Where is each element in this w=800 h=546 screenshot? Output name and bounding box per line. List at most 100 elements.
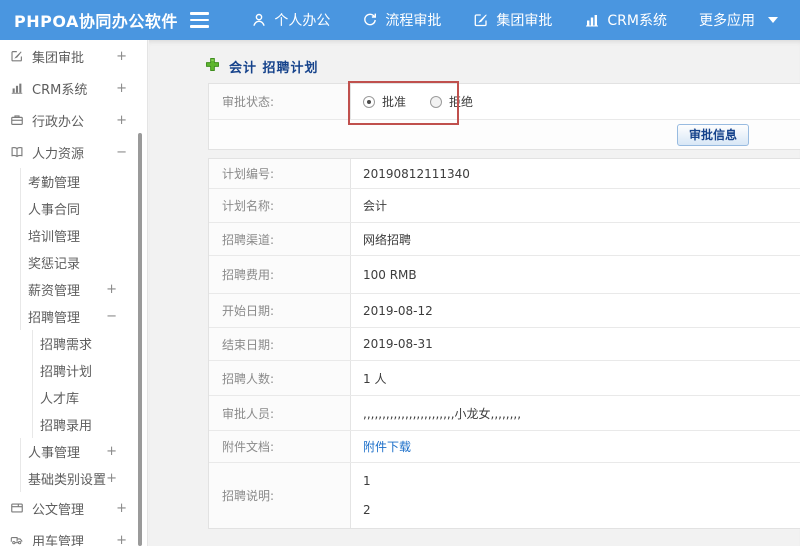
sidebar-item-recruit-demand[interactable]: 招聘需求 [32, 330, 147, 357]
row-label: 招聘渠道: [209, 223, 351, 255]
row-plan-no: 计划编号: 20190812111340 [209, 159, 800, 189]
row-value: 2019-08-31 [363, 337, 433, 351]
expand-icon[interactable]: + [116, 113, 127, 128]
cycle-icon [362, 12, 378, 28]
nav-label: 个人办公 [274, 13, 331, 29]
sidebar-item-admin-office[interactable]: 行政办公 + [0, 104, 147, 136]
caret-down-icon [768, 17, 778, 23]
sidebar-item-label: 人事管理 [28, 446, 81, 461]
book-icon [9, 145, 25, 159]
sidebar-item-crm[interactable]: CRM系统 + [0, 72, 147, 104]
plus-icon [205, 57, 220, 76]
sidebar-item-label: 行政办公 [32, 114, 85, 130]
sidebar-item-label: 人才库 [40, 392, 80, 407]
nav-group-approval[interactable]: 集团审批 [463, 0, 562, 40]
row-end-date: 结束日期: 2019-08-31 [209, 328, 800, 361]
attachment-download-link[interactable]: 附件下载 [363, 438, 411, 455]
edit-square-icon [9, 49, 25, 63]
sidebar-item-label: 培训管理 [28, 230, 81, 245]
sidebar-item-label: 考勤管理 [28, 176, 81, 191]
row-approvers: 审批人员: ,,,,,,,,,,,,,,,,,,,,,,,,小龙女,,,,,,,… [209, 396, 800, 431]
radio-reject[interactable]: 拒绝 [430, 93, 473, 110]
expand-icon[interactable]: + [116, 533, 127, 546]
approval-status-table: 审批状态: 批准 拒绝 审批信息 [208, 83, 800, 150]
expand-icon[interactable]: + [106, 282, 117, 297]
row-value: 会计 [363, 199, 388, 213]
sidebar-item-personnel-mgmt[interactable]: 人事管理 + [20, 438, 147, 465]
row-description: 招聘说明: 1 2 [209, 463, 800, 528]
expand-icon[interactable]: + [116, 501, 127, 516]
expand-icon[interactable]: + [116, 81, 127, 96]
nav-personal-office[interactable]: 个人办公 [241, 0, 340, 40]
collapse-icon[interactable]: − [116, 145, 127, 160]
approval-status-label: 审批状态: [209, 84, 351, 119]
row-attachment: 附件文档: 附件下载 [209, 431, 800, 463]
description-line: 2 [363, 503, 371, 517]
sidebar-scrollbar-thumb[interactable] [138, 133, 142, 546]
row-value: 100 RMB [363, 267, 417, 282]
sidebar-item-recruit-mgmt[interactable]: 招聘管理 − [20, 303, 147, 330]
sidebar-item-base-category[interactable]: 基础类别设置 + [20, 465, 147, 492]
sidebar-item-recruit-hire[interactable]: 招聘录用 [32, 411, 147, 438]
sidebar-item-attendance[interactable]: 考勤管理 [20, 168, 147, 195]
bar-chart-icon [9, 81, 25, 95]
sidebar-item-document-mgmt[interactable]: 公文管理 + [0, 492, 147, 524]
sidebar-item-talent-pool[interactable]: 人才库 [32, 384, 147, 411]
car-icon [9, 533, 25, 546]
sidebar-item-label: 奖惩记录 [28, 257, 81, 272]
sidebar-item-label: 基础类别设置 [28, 473, 107, 488]
sidebar-item-label: 人事合同 [28, 203, 81, 218]
row-value: 1 人 [363, 371, 387, 386]
main-content: 会计 招聘计划 审批状态: 批准 拒绝 审批信息 计划编号: 201908121… [149, 40, 800, 546]
sidebar-item-label: 招聘计划 [40, 365, 93, 380]
radio-approve-label: 批准 [382, 95, 407, 109]
row-value: 网络招聘 [363, 232, 412, 247]
sidebar-item-group-approval[interactable]: 集团审批 + [0, 40, 147, 72]
radio-approve-dot[interactable] [363, 95, 375, 108]
row-label: 附件文档: [209, 431, 351, 462]
hamburger-menu-icon[interactable] [189, 10, 216, 30]
nav-label: 更多应用 [699, 13, 755, 29]
row-headcount: 招聘人数: 1 人 [209, 361, 800, 396]
row-label: 计划编号: [209, 159, 351, 188]
page-title-text: 会计 招聘计划 [229, 61, 319, 76]
top-header: PHPOA协同办公软件 个人办公 流程审批 集团审批 CRM系统 更多应用 [0, 0, 800, 40]
row-plan-name: 计划名称: 会计 [209, 189, 800, 223]
sidebar-item-label: 用车管理 [32, 534, 85, 546]
radio-approve[interactable]: 批准 [363, 93, 406, 110]
nav-label: 流程审批 [385, 13, 442, 29]
approval-button-row: 审批信息 [209, 120, 800, 149]
sidebar-item-training[interactable]: 培训管理 [20, 222, 147, 249]
description-line: 1 [363, 474, 371, 488]
approval-info-button[interactable]: 审批信息 [677, 123, 750, 146]
expand-icon[interactable]: + [106, 444, 117, 459]
radio-reject-dot[interactable] [430, 95, 443, 108]
bar-chart-icon [584, 12, 600, 28]
expand-icon[interactable]: + [116, 49, 127, 64]
sidebar-item-label: CRM系统 [32, 82, 88, 98]
sidebar-item-label: 集团审批 [32, 50, 85, 66]
sidebar-item-label: 薪资管理 [28, 284, 81, 299]
sidebar-item-rewards[interactable]: 奖惩记录 [20, 249, 147, 276]
expand-icon[interactable]: + [106, 471, 117, 486]
radio-reject-label: 拒绝 [449, 95, 474, 109]
collapse-icon[interactable]: − [106, 309, 117, 324]
approval-status-options: 批准 拒绝 [351, 84, 800, 119]
nav-workflow-approval[interactable]: 流程审批 [352, 0, 451, 40]
sidebar-item-hr[interactable]: 人力资源 − [0, 136, 147, 168]
row-start-date: 开始日期: 2019-08-12 [209, 294, 800, 328]
sidebar-item-label: 招聘管理 [28, 311, 81, 326]
row-label: 审批人员: [209, 396, 351, 430]
nav-more-apps[interactable]: 更多应用 [689, 0, 788, 40]
sidebar-item-vehicle-mgmt[interactable]: 用车管理 + [0, 524, 147, 546]
user-icon [251, 12, 267, 28]
nav-crm-system[interactable]: CRM系统 [574, 0, 677, 40]
sidebar-item-label: 人力资源 [32, 146, 85, 162]
sidebar-item-recruit-plan[interactable]: 招聘计划 [32, 357, 147, 384]
recruit-plan-details-table: 计划编号: 20190812111340 计划名称: 会计 招聘渠道: 网络招聘… [208, 158, 800, 529]
row-value: 1 2 [351, 463, 800, 528]
sidebar-item-label: 招聘录用 [40, 419, 93, 434]
sidebar-item-hr-contract[interactable]: 人事合同 [20, 195, 147, 222]
top-nav: 个人办公 流程审批 集团审批 CRM系统 更多应用 [241, 0, 800, 40]
sidebar-item-salary[interactable]: 薪资管理 + [20, 276, 147, 303]
